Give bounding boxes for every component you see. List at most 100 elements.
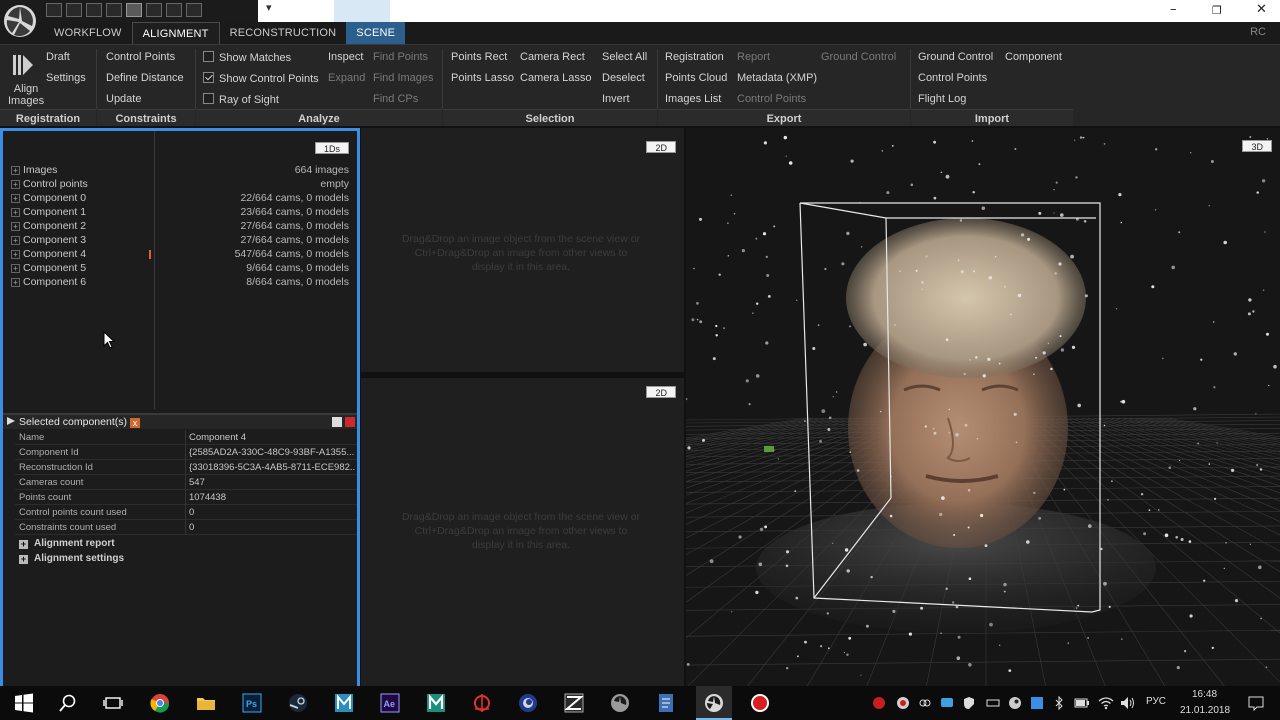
find-points-button[interactable]: Find Points [373,51,428,63]
view-3d[interactable]: 3D [686,128,1280,686]
points-lasso-button[interactable]: Points Lasso [451,72,514,84]
realitycapture-icon-2[interactable] [704,693,724,713]
show-control-points-checkbox[interactable]: Show Control Points [203,72,319,85]
steam-icon[interactable] [288,693,308,713]
points-rect-button[interactable]: Points Rect [451,51,507,63]
layout-2-icon[interactable] [66,3,82,17]
layout-3-icon[interactable] [86,3,102,17]
tree-item-component-5[interactable]: + Component 5 [11,261,86,275]
bluetooth-icon[interactable] [1052,696,1066,710]
export-ground-control-button[interactable]: Ground Control [821,51,896,63]
layout-8-icon[interactable] [186,3,202,17]
maximize-panel-icon[interactable] [332,417,342,427]
battery-icon[interactable] [1074,696,1090,710]
tab-scene[interactable]: SCENE [346,22,406,44]
export-control-points-button[interactable]: Control Points [737,93,806,105]
tree-item-control-points[interactable]: + Control points [11,177,88,191]
export-report-button[interactable]: Report [737,51,770,63]
camera-rect-button[interactable]: Camera Rect [520,51,585,63]
settings-button[interactable]: Settings [46,72,86,84]
view-type-badge[interactable]: 2D [646,386,676,398]
close-icon[interactable]: ✕ [1256,2,1267,17]
tree-item-component-4[interactable]: + Component 4 [11,247,86,261]
tree-item-component-0[interactable]: + Component 0 [11,191,86,205]
tree-item-component-6[interactable]: + Component 6 [11,275,86,289]
checkbox-checked-icon[interactable] [203,72,214,83]
tray-app-icon[interactable] [896,696,910,710]
export-registration-button[interactable]: Registration [665,51,724,63]
restore-icon[interactable]: ❐ [1212,4,1222,17]
clock-date[interactable]: 21.01.2018 [1180,705,1230,716]
expand-icon[interactable]: + [11,236,20,245]
windows-start-icon[interactable] [14,693,34,713]
layout-4-icon[interactable] [106,3,122,17]
update-button[interactable]: Update [106,93,141,105]
notifications-icon[interactable] [1248,695,1264,711]
clock-time[interactable]: 16:48 [1192,689,1217,700]
cinema4d-icon[interactable] [518,693,538,713]
search-icon[interactable] [58,693,78,713]
expand-icon[interactable]: + [11,180,20,189]
export-metadata-button[interactable]: Metadata (XMP) [737,72,817,84]
photoshop-icon[interactable]: Ps [242,693,262,713]
view-2d-top[interactable]: 2D Drag&Drop an image object from the sc… [361,128,684,372]
import-ground-control-button[interactable]: Ground Control [918,51,993,63]
layout-6-icon[interactable] [146,3,162,17]
expand-icon[interactable]: + [11,166,20,175]
checkbox-icon[interactable] [203,93,214,104]
align-images-button[interactable]: Align Images [8,83,44,107]
export-images-list-button[interactable]: Images List [665,93,721,105]
define-distance-button[interactable]: Define Distance [106,72,184,84]
ray-of-sight-checkbox[interactable]: Ray of Sight [203,93,279,106]
tree-item-component-1[interactable]: + Component 1 [11,205,86,219]
expand-icon[interactable]: + [19,555,28,564]
layout-5-icon[interactable] [126,3,142,17]
export-points-cloud-button[interactable]: Points Cloud [665,72,727,84]
maya-icon[interactable] [334,693,354,713]
app-icon-red[interactable] [472,693,492,713]
expand-icon[interactable]: + [11,208,20,217]
tree-item-images[interactable]: + Images [11,163,57,177]
view-type-badge[interactable]: 2D [646,141,676,153]
pin-icon[interactable]: ▾ [266,1,272,14]
collapse-arrow-icon[interactable] [7,417,15,425]
tray-chat-icon[interactable] [940,696,954,710]
zbrush-icon[interactable] [564,693,584,713]
import-flight-log-button[interactable]: Flight Log [918,93,966,105]
file-explorer-icon[interactable] [196,693,216,713]
layout-7-icon[interactable] [166,3,182,17]
layout-1-icon[interactable] [46,3,62,17]
tray-link-icon[interactable] [918,696,932,710]
language-indicator[interactable]: РУС [1146,696,1166,707]
deselect-button[interactable]: Deselect [602,72,645,84]
task-view-icon[interactable] [103,693,123,713]
realitycapture-icon-1[interactable] [610,693,630,713]
tray-shield-icon[interactable] [962,696,976,710]
after-effects-icon[interactable]: Ae [380,693,400,713]
tab-alignment[interactable]: ALIGNMENT [131,22,220,44]
camera-lasso-button[interactable]: Camera Lasso [520,72,592,84]
import-control-points-button[interactable]: Control Points [918,72,987,84]
import-component-button[interactable]: Component [1005,51,1062,63]
minimize-icon[interactable]: – [1170,2,1177,17]
tree-item-component-3[interactable]: + Component 3 [11,233,86,247]
expand-button[interactable]: Expand [328,72,365,84]
volume-icon[interactable] [1120,696,1136,710]
camera-marker[interactable] [764,446,774,452]
tray-record-icon[interactable] [872,696,886,710]
point-cloud-canvas[interactable] [686,128,1280,686]
expand-icon[interactable]: + [11,278,20,287]
section-alignment-report[interactable]: + Alignment report [19,536,115,551]
view-type-badge[interactable]: 3D [1242,140,1272,152]
checkbox-icon[interactable] [203,51,214,62]
document-icon[interactable] [656,693,676,713]
show-matches-checkbox[interactable]: Show Matches [203,51,291,64]
chrome-icon[interactable] [150,693,170,713]
expand-icon[interactable]: + [11,264,20,273]
view-2d-bottom[interactable]: 2D Drag&Drop an image object from the sc… [361,378,684,686]
tray-steam-icon[interactable] [1008,696,1022,710]
expand-icon[interactable]: + [19,540,28,549]
expand-icon[interactable]: + [11,222,20,231]
expand-icon[interactable]: + [11,250,20,259]
record-icon[interactable] [750,693,770,713]
